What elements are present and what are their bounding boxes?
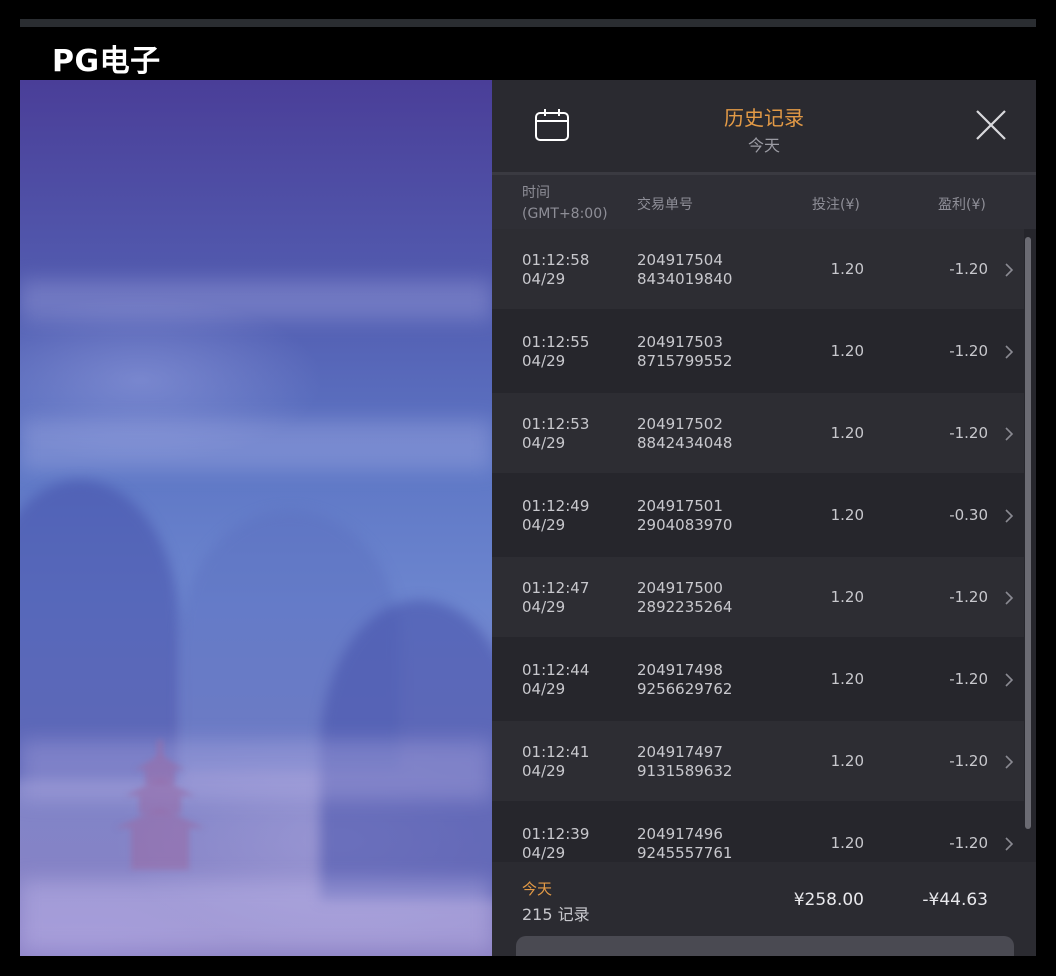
record-list[interactable]: 01:12:58 04/29 204917504 8434019840 1.20… bbox=[492, 229, 1024, 862]
date-filter-label[interactable]: 今天 bbox=[492, 132, 1036, 156]
summary-total-profit: -¥44.63 bbox=[922, 890, 988, 910]
record-order-id-cont: 2892235264 bbox=[637, 598, 733, 616]
record-bet: 1.20 bbox=[830, 752, 864, 770]
column-bet: 投注(¥) bbox=[812, 197, 860, 213]
column-profit: 盈利(¥) bbox=[938, 197, 986, 213]
panel-title: 历史记录 bbox=[724, 106, 804, 130]
column-order-id: 交易单号 bbox=[637, 197, 693, 213]
record-profit: -1.20 bbox=[949, 588, 988, 606]
record-order-id: 204917503 bbox=[637, 333, 723, 351]
record-order-id-cont: 8715799552 bbox=[637, 352, 733, 370]
record-profit: -1.20 bbox=[949, 670, 988, 688]
summary-total-bet: ¥258.00 bbox=[793, 890, 864, 910]
record-time: 01:12:49 bbox=[522, 497, 590, 515]
record-order-id: 204917501 bbox=[637, 497, 723, 515]
record-order-id: 204917502 bbox=[637, 415, 723, 433]
top-bar bbox=[20, 19, 1036, 27]
record-profit: -1.20 bbox=[949, 752, 988, 770]
chevron-right-icon bbox=[1005, 837, 1014, 851]
record-order-id-cont: 8842434048 bbox=[637, 434, 733, 452]
record-row[interactable]: 01:12:44 04/29 204917498 9256629762 1.20… bbox=[492, 639, 1024, 719]
mist-layer bbox=[20, 280, 492, 320]
record-row[interactable]: 01:12:58 04/29 204917504 8434019840 1.20… bbox=[492, 229, 1024, 309]
chevron-right-icon bbox=[1005, 427, 1014, 441]
record-date: 04/29 bbox=[522, 352, 566, 370]
record-order-id: 204917500 bbox=[637, 579, 723, 597]
record-profit: -1.20 bbox=[949, 342, 988, 360]
record-time: 01:12:39 bbox=[522, 825, 590, 843]
record-time: 01:12:55 bbox=[522, 333, 590, 351]
chevron-right-icon bbox=[1005, 755, 1014, 769]
record-date: 04/29 bbox=[522, 680, 566, 698]
record-order-id: 204917498 bbox=[637, 661, 723, 679]
record-bet: 1.20 bbox=[830, 260, 864, 278]
record-row[interactable]: 01:12:55 04/29 204917503 8715799552 1.20… bbox=[492, 311, 1024, 391]
record-bet: 1.20 bbox=[830, 588, 864, 606]
record-time: 01:12:47 bbox=[522, 579, 590, 597]
record-bet: 1.20 bbox=[830, 834, 864, 852]
record-date: 04/29 bbox=[522, 516, 566, 534]
record-profit: -0.30 bbox=[949, 506, 988, 524]
summary-footer: 今天 215 记录 ¥258.00 -¥44.63 bbox=[492, 862, 1036, 956]
game-background bbox=[20, 80, 492, 956]
record-time: 01:12:53 bbox=[522, 415, 590, 433]
panel-header: 历史记录 今天 bbox=[492, 80, 1036, 175]
mountain-shape bbox=[20, 480, 180, 780]
record-date: 04/29 bbox=[522, 762, 566, 780]
record-order-id: 204917504 bbox=[637, 251, 723, 269]
column-header: 时间 (GMT+8:00) 交易单号 投注(¥) 盈利(¥) bbox=[492, 175, 1036, 229]
record-date: 04/29 bbox=[522, 844, 566, 862]
record-order-id-cont: 8434019840 bbox=[637, 270, 733, 288]
mist-layer bbox=[20, 420, 492, 470]
close-icon[interactable] bbox=[974, 108, 1008, 142]
chevron-right-icon bbox=[1005, 591, 1014, 605]
record-time: 01:12:44 bbox=[522, 661, 590, 679]
mist-layer bbox=[20, 740, 492, 800]
record-bet: 1.20 bbox=[830, 506, 864, 524]
record-time: 01:12:41 bbox=[522, 743, 590, 761]
record-bet: 1.20 bbox=[830, 670, 864, 688]
record-date: 04/29 bbox=[522, 598, 566, 616]
record-order-id-cont: 9256629762 bbox=[637, 680, 733, 698]
record-profit: -1.20 bbox=[949, 424, 988, 442]
record-date: 04/29 bbox=[522, 270, 566, 288]
record-order-id-cont: 9245557761 bbox=[637, 844, 733, 862]
chevron-right-icon bbox=[1005, 263, 1014, 277]
column-time: 时间 bbox=[522, 185, 550, 201]
chevron-right-icon bbox=[1005, 345, 1014, 359]
record-row[interactable]: 01:12:53 04/29 204917502 8842434048 1.20… bbox=[492, 393, 1024, 473]
list-scrollbar[interactable] bbox=[1025, 237, 1031, 829]
record-bet: 1.20 bbox=[830, 342, 864, 360]
chevron-right-icon bbox=[1005, 509, 1014, 523]
record-row[interactable]: 01:12:39 04/29 204917496 9245557761 1.20… bbox=[492, 803, 1024, 862]
brand-title: PG电子 bbox=[52, 44, 161, 79]
record-row[interactable]: 01:12:47 04/29 204917500 2892235264 1.20… bbox=[492, 557, 1024, 637]
pagoda-silhouette bbox=[115, 740, 205, 870]
record-order-id: 204917497 bbox=[637, 743, 723, 761]
record-order-id: 204917496 bbox=[637, 825, 723, 843]
record-row[interactable]: 01:12:49 04/29 204917501 2904083970 1.20… bbox=[492, 475, 1024, 555]
record-order-id-cont: 2904083970 bbox=[637, 516, 733, 534]
notice-banner bbox=[516, 936, 1014, 956]
chevron-right-icon bbox=[1005, 673, 1014, 687]
record-time: 01:12:58 bbox=[522, 251, 590, 269]
record-date: 04/29 bbox=[522, 434, 566, 452]
summary-label: 今天 bbox=[522, 880, 553, 898]
record-profit: -1.20 bbox=[949, 834, 988, 852]
record-row[interactable]: 01:12:41 04/29 204917497 9131589632 1.20… bbox=[492, 721, 1024, 801]
record-profit: -1.20 bbox=[949, 260, 988, 278]
history-panel: 历史记录 今天 时间 (GMT+8:00) 交易单号 投注(¥) 盈利(¥) 0… bbox=[492, 80, 1036, 956]
summary-record-count: 215 记录 bbox=[522, 905, 590, 924]
record-bet: 1.20 bbox=[830, 424, 864, 442]
record-order-id-cont: 9131589632 bbox=[637, 762, 733, 780]
mist-layer bbox=[20, 880, 492, 950]
column-timezone: (GMT+8:00) bbox=[522, 206, 608, 222]
